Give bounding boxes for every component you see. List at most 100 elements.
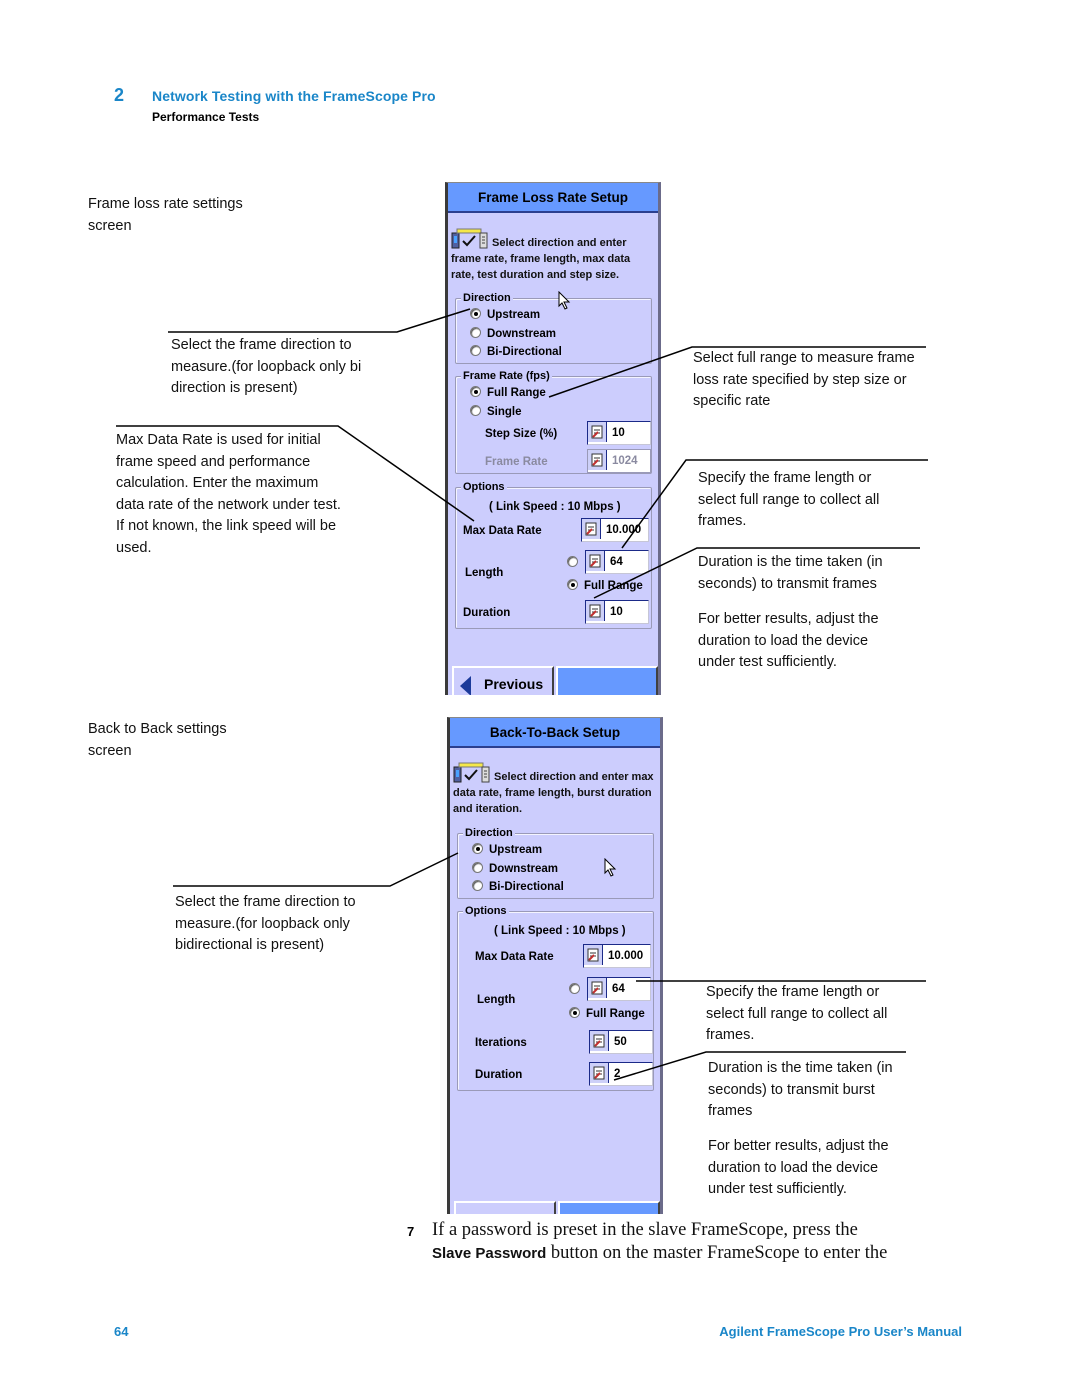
length-label: Length — [465, 567, 504, 579]
step-size-field[interactable]: 10 — [587, 421, 651, 445]
back-arrow-icon — [460, 676, 471, 695]
edit-icon[interactable] — [586, 551, 605, 571]
iterations-field[interactable]: 50 — [589, 1030, 653, 1054]
radio-button[interactable] — [567, 556, 578, 567]
edit-icon[interactable] — [588, 422, 607, 442]
edit-icon[interactable] — [582, 519, 601, 539]
figure2-caption: Back to Back settings screen — [88, 721, 227, 759]
length-field[interactable]: 64 — [585, 550, 649, 574]
duration-label: Duration — [463, 607, 511, 619]
radio-button[interactable] — [470, 308, 481, 319]
leader2-direction — [173, 852, 459, 887]
radio-button[interactable] — [472, 843, 483, 854]
callout-direction: Select the frame direction to measure.(f… — [171, 337, 362, 396]
edit-icon[interactable] — [590, 1031, 609, 1051]
leader-direction — [168, 308, 471, 333]
section-title: Performance Tests — [152, 110, 260, 124]
frame-rate-label: Frame Rate — [485, 456, 548, 468]
edit-icon[interactable] — [586, 601, 605, 621]
radio-button[interactable] — [472, 862, 483, 873]
step-text: If a password is preset in the slave Fra… — [432, 1220, 888, 1263]
edit-icon[interactable] — [588, 978, 607, 998]
radio-full-range[interactable]: Full Range — [470, 386, 546, 400]
chapter-number: 2 — [114, 85, 125, 105]
radio-bi-directional[interactable]: Bi-Directional — [472, 880, 564, 894]
callout2-length: Specify the frame length or select full … — [706, 984, 888, 1043]
radio-button[interactable] — [470, 345, 481, 356]
next-button[interactable] — [556, 666, 658, 695]
link-speed: ( Link Speed : 10 Mbps ) — [494, 925, 626, 937]
previous-button[interactable]: Previous — [452, 666, 554, 695]
link-speed: ( Link Speed : 10 Mbps ) — [489, 501, 621, 513]
screen-title: Back-To-Back Setup — [450, 718, 660, 748]
radio-button[interactable] — [472, 880, 483, 891]
radio-button[interactable] — [569, 1007, 580, 1018]
back-to-back-screen: Back-To-Back Setup Select direction and … — [447, 717, 663, 1214]
radio-downstream[interactable]: Downstream — [472, 862, 558, 876]
direction-legend: Direction — [463, 826, 515, 840]
step-size-label: Step Size (%) — [485, 428, 558, 440]
edit-icon[interactable] — [584, 945, 603, 965]
radio-length-fixed[interactable] — [569, 983, 586, 997]
options-legend: Options — [461, 480, 507, 494]
frame-rate-legend: Frame Rate (fps) — [461, 369, 552, 383]
instruction-text: Select direction and enter frame rate, f… — [451, 228, 656, 283]
slave-password-button-name: Slave Password — [432, 1245, 547, 1262]
radio-upstream[interactable]: Upstream — [472, 843, 542, 857]
max-data-rate-field[interactable]: 10.000 — [583, 944, 651, 968]
radio-length-fixed[interactable] — [567, 556, 584, 570]
callout2-direction: Select the frame direction to measure.(f… — [175, 894, 356, 953]
callout-full-range: Select full range to measure frame loss … — [693, 350, 915, 409]
radio-bi-directional[interactable]: Bi-Directional — [470, 345, 562, 359]
radio-button[interactable] — [470, 327, 481, 338]
radio-length-full-range[interactable]: Full Range — [567, 579, 643, 593]
max-data-rate-label: Max Data Rate — [475, 951, 554, 963]
test-setup-icon — [451, 228, 489, 250]
iterations-label: Iterations — [475, 1037, 527, 1049]
screen-title: Frame Loss Rate Setup — [448, 183, 658, 213]
callout2-duration: Duration is the time taken (in seconds) … — [708, 1060, 893, 1119]
step-number: 7 — [407, 1224, 415, 1239]
length-label: Length — [477, 994, 516, 1006]
duration-label: Duration — [475, 1069, 523, 1081]
direction-legend: Direction — [461, 291, 513, 305]
edit-icon — [588, 450, 607, 470]
edit-icon[interactable] — [590, 1063, 609, 1083]
radio-upstream[interactable]: Upstream — [470, 308, 540, 322]
length-field[interactable]: 64 — [587, 977, 651, 1001]
frame-rate-field: 1024 — [587, 449, 651, 473]
radio-button[interactable] — [470, 405, 481, 416]
callout2-duration-tip: For better results, adjust the duration … — [708, 1138, 889, 1197]
max-data-rate-label: Max Data Rate — [463, 525, 542, 537]
radio-single[interactable]: Single — [470, 405, 522, 419]
instruction-text: Select direction and enter max data rate… — [453, 762, 658, 817]
frame-loss-rate-screen: Frame Loss Rate Setup Select direction a… — [445, 182, 661, 695]
next-button[interactable] — [558, 1201, 660, 1214]
max-data-rate-field[interactable]: 10.000 — [581, 518, 649, 542]
duration-field[interactable]: 2 — [589, 1062, 653, 1086]
radio-button[interactable] — [567, 579, 578, 590]
chapter-title: Network Testing with the FrameScope Pro — [152, 88, 436, 104]
frame-rate-group: Frame Rate (fps) Full Range Single Step … — [455, 369, 652, 474]
callout-max-data-rate: Max Data Rate is used for initial frame … — [116, 432, 341, 556]
options-group: Options ( Link Speed : 10 Mbps ) Max Dat… — [457, 904, 654, 1091]
page-number: 64 — [114, 1324, 129, 1339]
callout-duration-tip: For better results, adjust the duration … — [698, 611, 879, 670]
manual-title: Agilent FrameScope Pro User’s Manual — [719, 1324, 962, 1339]
callout-duration: Duration is the time taken (in seconds) … — [698, 554, 883, 592]
mouse-cursor-icon — [604, 858, 617, 877]
figure1-caption: Frame loss rate settings screen — [88, 196, 243, 234]
direction-group: Direction Upstream Downstream Bi-Directi… — [457, 826, 654, 899]
options-legend: Options — [463, 904, 509, 918]
radio-downstream[interactable]: Downstream — [470, 327, 556, 341]
radio-button[interactable] — [569, 983, 580, 994]
callout-length: Specify the frame length or select full … — [698, 470, 880, 529]
direction-group: Direction Upstream Downstream Bi-Directi… — [455, 291, 652, 364]
radio-button[interactable] — [470, 386, 481, 397]
mouse-cursor-icon — [558, 291, 571, 310]
test-setup-icon — [453, 762, 491, 784]
options-group: Options ( Link Speed : 10 Mbps ) Max Dat… — [455, 480, 652, 629]
previous-button[interactable] — [454, 1201, 556, 1214]
radio-length-full-range[interactable]: Full Range — [569, 1007, 645, 1021]
duration-field[interactable]: 10 — [585, 600, 649, 624]
